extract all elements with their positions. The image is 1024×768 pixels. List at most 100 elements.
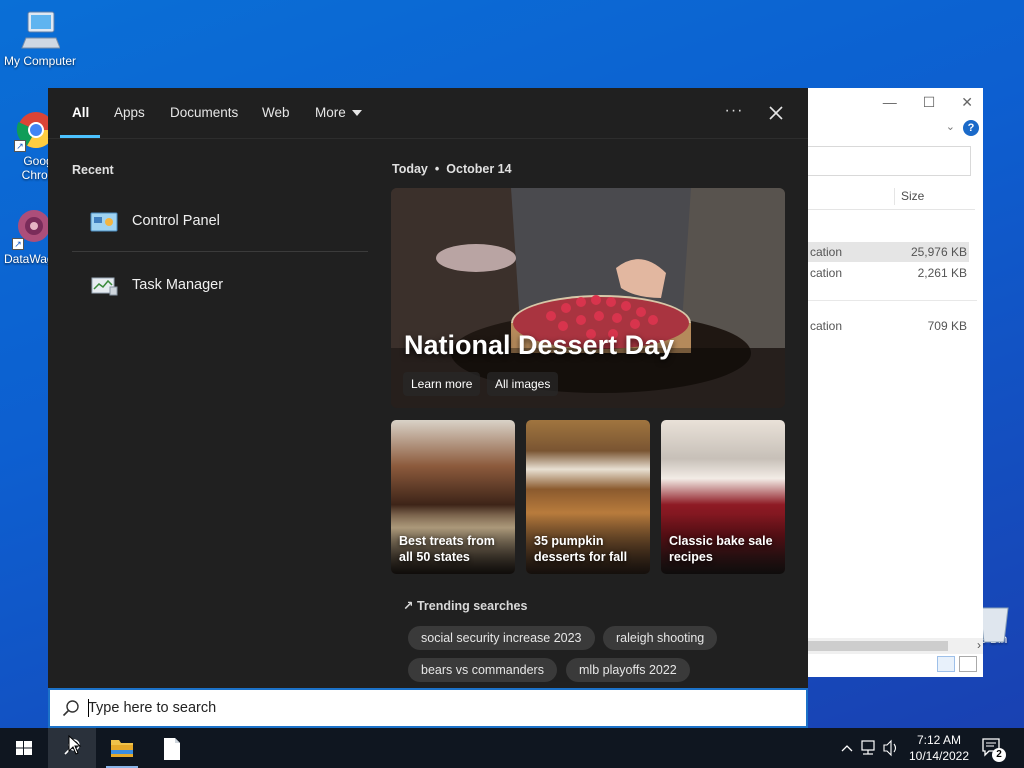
trending-heading: ↗ Trending searches	[403, 598, 527, 613]
trending-heading-label: Trending searches	[416, 599, 528, 613]
file-size: 709 KB	[927, 319, 967, 333]
close-button[interactable]	[762, 100, 790, 126]
taskbar-document-app[interactable]	[148, 728, 196, 768]
hero-card-national-dessert-day[interactable]: National Dessert Day Learn more All imag…	[391, 188, 785, 408]
control-panel-icon	[90, 211, 118, 233]
scroll-right-icon[interactable]: ›	[977, 638, 981, 652]
close-icon	[769, 106, 783, 120]
learn-more-button[interactable]: Learn more	[403, 372, 481, 396]
file-size: 2,261 KB	[917, 266, 967, 280]
computer-icon	[20, 8, 61, 52]
file-size: 25,976 KB	[910, 245, 967, 259]
file-explorer-window: — ☐ ✕ ⌄ ? Size cation 25,976 KB cation 2…	[808, 88, 983, 677]
shortcut-arrow-icon: ↗	[14, 140, 26, 152]
scrollbar-thumb[interactable]	[808, 641, 948, 651]
card-label: 35 pumpkin desserts for fall	[534, 534, 628, 564]
search-input[interactable]	[88, 697, 788, 719]
taskbar: 7:12 AM 10/14/2022 2	[0, 728, 1024, 768]
start-button[interactable]	[0, 728, 48, 768]
trending-chip[interactable]: bears vs commanders	[408, 658, 557, 682]
file-type: cation	[810, 245, 843, 259]
recent-heading: Recent	[72, 163, 114, 177]
desktop-icon-label: Goog Chron	[21, 154, 48, 182]
minimize-icon[interactable]: —	[883, 94, 897, 111]
file-type: cation	[810, 319, 843, 333]
all-images-button[interactable]: All images	[487, 372, 559, 396]
separator-dot: •	[434, 162, 440, 176]
tab-more-label: More	[315, 105, 346, 120]
hero-title: National Dessert Day	[404, 330, 675, 360]
details-view-icon[interactable]	[937, 656, 955, 672]
network-icon[interactable]	[861, 740, 875, 755]
clock-date: 10/14/2022	[908, 749, 970, 763]
tab-more[interactable]: More	[315, 105, 362, 120]
show-hidden-icons-chevron-icon[interactable]	[841, 745, 853, 752]
trending-chip[interactable]: raleigh shooting	[603, 626, 718, 650]
view-toggle	[937, 656, 977, 672]
chrome-icon: ↗	[14, 108, 48, 152]
ellipsis-icon: ···	[724, 102, 744, 119]
desktop-icon-chrome[interactable]: ↗ Goog Chron	[0, 108, 48, 182]
file-row[interactable]: cation 709 KB	[808, 316, 969, 336]
large-icons-view-icon[interactable]	[959, 656, 977, 672]
file-type: cation	[810, 266, 843, 280]
desktop-icon-label: DataWag	[4, 252, 48, 266]
more-options-button[interactable]: ···	[720, 100, 748, 126]
trending-chip[interactable]: mlb playoffs 2022	[566, 658, 690, 682]
folder-icon	[111, 740, 133, 757]
window-controls: — ☐ ✕	[883, 94, 973, 111]
document-icon	[164, 738, 180, 760]
help-icon[interactable]: ?	[963, 120, 979, 136]
clock-time: 7:12 AM	[916, 733, 962, 747]
search-box[interactable]	[48, 688, 808, 728]
search-icon	[62, 700, 79, 717]
clock[interactable]: 7:12 AM 10/14/2022	[900, 732, 978, 768]
desktop-icon-datawag[interactable]: ↗ DataWag	[0, 206, 48, 266]
card-bake-sale[interactable]: Classic bake sale recipes	[661, 420, 785, 574]
tab-web[interactable]: Web	[262, 105, 290, 120]
notification-count-badge: 2	[992, 748, 1006, 762]
text-caret	[88, 699, 89, 717]
tab-apps[interactable]: Apps	[114, 105, 145, 120]
chevron-down-icon[interactable]: ⌄	[946, 120, 955, 133]
recent-divider	[72, 251, 368, 252]
taskbar-file-explorer[interactable]	[98, 728, 146, 768]
file-row[interactable]: cation 2,261 KB	[808, 263, 969, 283]
card-best-treats[interactable]: Best treats from all 50 states	[391, 420, 515, 574]
card-label: Classic bake sale recipes	[669, 534, 773, 564]
column-header-row: Size	[808, 184, 975, 210]
maximize-icon[interactable]: ☐	[923, 94, 936, 111]
close-window-icon[interactable]: ✕	[961, 94, 973, 111]
column-header-size[interactable]: Size	[901, 189, 924, 203]
column-separator[interactable]	[894, 188, 895, 205]
desktop-icon-my-computer[interactable]: My Computer	[0, 8, 80, 68]
today-heading: Today • October 14	[392, 162, 512, 176]
mouse-cursor-icon	[68, 735, 82, 755]
card-pumpkin-desserts[interactable]: 35 pumpkin desserts for fall	[526, 420, 650, 574]
search-flyout: All Apps Documents Web More ··· Recent C…	[48, 88, 808, 688]
card-label: Best treats from all 50 states	[399, 534, 495, 564]
system-tray	[838, 728, 900, 768]
recent-item-task-manager[interactable]: Task Manager	[72, 257, 368, 313]
desktop-icon-label: My Computer	[3, 54, 77, 68]
today-label: Today	[392, 162, 428, 176]
trending-arrow-icon: ↗	[403, 599, 414, 613]
volume-icon[interactable]	[883, 739, 897, 757]
group-divider	[808, 300, 977, 301]
action-center-button[interactable]: 2	[980, 736, 1010, 768]
tab-all[interactable]: All	[72, 105, 89, 120]
recent-item-control-panel[interactable]: Control Panel	[72, 193, 368, 249]
shortcut-arrow-icon: ↗	[12, 238, 24, 250]
datawag-icon: ↗	[12, 206, 48, 250]
recent-item-label: Task Manager	[132, 277, 224, 293]
tab-documents[interactable]: Documents	[170, 105, 238, 120]
file-row[interactable]: cation 25,976 KB	[808, 242, 969, 262]
tabs-divider	[48, 138, 808, 139]
address-bar[interactable]	[808, 146, 971, 176]
caret-down-icon	[351, 110, 362, 117]
recent-item-label: Control Panel	[132, 213, 220, 229]
trending-chip[interactable]: social security increase 2023	[408, 626, 595, 650]
windows-logo-icon	[16, 741, 32, 755]
today-date: October 14	[446, 162, 512, 176]
horizontal-scrollbar[interactable]: ›	[808, 638, 983, 654]
